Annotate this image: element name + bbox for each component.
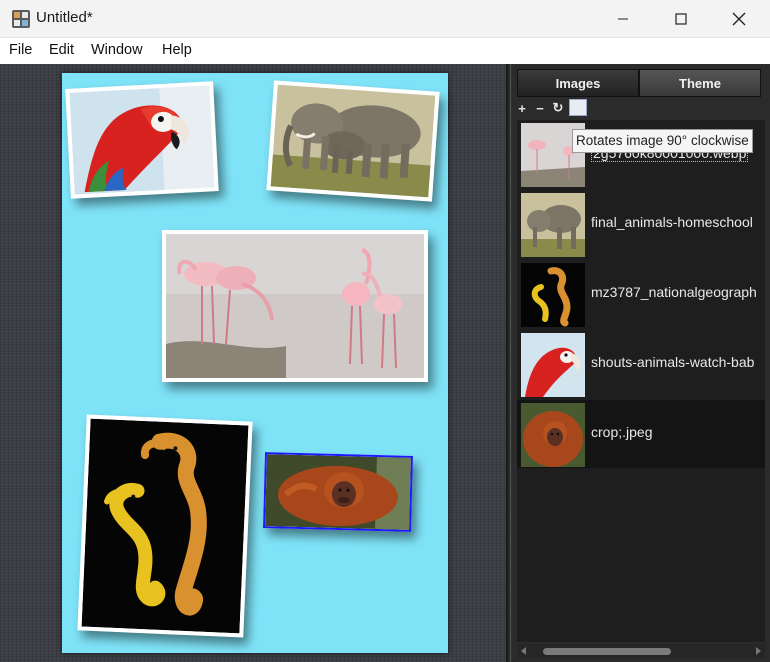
photo-seahorses[interactable]	[77, 414, 253, 638]
photo-elephants[interactable]	[266, 80, 440, 202]
minimize-button[interactable]	[594, 0, 652, 38]
maximize-icon	[675, 13, 687, 25]
list-item-label: shouts-animals-watch-bab	[591, 354, 755, 370]
toolbar-blank-button[interactable]	[569, 99, 587, 116]
flamingos-image	[166, 234, 424, 378]
image-list[interactable]: 2g5760k80001000.webp final_animals-homes…	[517, 120, 765, 642]
scroll-left-icon[interactable]	[520, 647, 528, 655]
collage-canvas-area[interactable]	[0, 64, 508, 662]
thumbnail-parrot	[521, 333, 585, 397]
list-item[interactable]: mz3787_nationalgeograph	[517, 260, 765, 328]
minimize-icon	[618, 18, 628, 20]
elephants-image	[270, 84, 436, 198]
list-item-selected[interactable]: crop;.jpeg	[517, 400, 765, 468]
window-title: Untitled*	[36, 9, 93, 26]
app-window: Untitled* File Edit Window Help Images T…	[0, 0, 770, 662]
scrollbar-thumb[interactable]	[543, 648, 671, 655]
photo-parrot[interactable]	[65, 81, 219, 199]
menu-edit[interactable]: Edit	[49, 42, 74, 58]
rotate-tooltip: Rotates image 90° clockwise	[572, 129, 753, 153]
menu-bar: File Edit Window Help	[0, 38, 770, 64]
remove-image-button[interactable]: −	[533, 100, 547, 116]
scroll-right-icon[interactable]	[754, 647, 762, 655]
horizontal-scrollbar[interactable]	[517, 644, 765, 658]
list-item-label: mz3787_nationalgeograph	[591, 284, 757, 300]
menu-window[interactable]: Window	[91, 42, 143, 58]
menu-file[interactable]: File	[9, 42, 32, 58]
maximize-button[interactable]	[652, 0, 710, 38]
close-button[interactable]	[710, 0, 768, 38]
close-icon	[732, 12, 746, 26]
tab-images[interactable]: Images	[517, 69, 639, 97]
list-item[interactable]: final_animals-homeschool	[517, 190, 765, 258]
thumbnail-elephant	[521, 193, 585, 257]
add-image-button[interactable]: +	[515, 100, 529, 116]
list-item[interactable]: shouts-animals-watch-bab	[517, 330, 765, 398]
collage-page[interactable]	[62, 73, 448, 653]
side-panel: Images Theme + − ↻ 2g5760k80001000.webp …	[510, 64, 770, 662]
seahorses-image	[81, 418, 249, 634]
title-bar: Untitled*	[0, 0, 770, 38]
list-item-label: crop;.jpeg	[591, 424, 653, 440]
photo-orangutan-selected[interactable]	[263, 452, 413, 532]
parrot-image	[69, 85, 215, 195]
app-logo-icon	[12, 10, 30, 28]
image-toolbar: + − ↻	[511, 98, 770, 118]
thumbnail-seahorse	[521, 263, 585, 327]
photo-flamingos[interactable]	[162, 230, 428, 382]
tab-theme[interactable]: Theme	[639, 69, 761, 97]
menu-help[interactable]: Help	[162, 42, 192, 58]
orangutan-image	[265, 454, 411, 530]
rotate-image-button[interactable]: ↻	[551, 100, 565, 116]
list-item-label: final_animals-homeschool	[591, 214, 753, 230]
thumbnail-orangutan	[521, 403, 585, 467]
